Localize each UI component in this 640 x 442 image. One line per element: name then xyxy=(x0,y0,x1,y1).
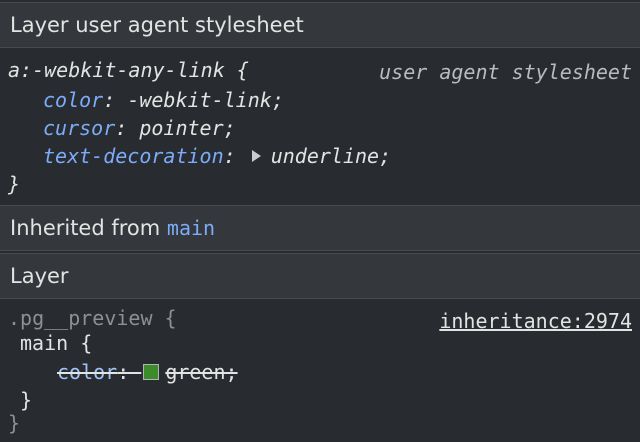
property-name: color xyxy=(57,360,118,384)
declaration-color[interactable]: color: -webkit-link; xyxy=(43,86,284,114)
property-value[interactable]: -webkit-link xyxy=(127,88,272,112)
property-value[interactable]: pointer xyxy=(139,116,223,140)
layer-ua-stylesheet-header: Layer user agent stylesheet xyxy=(0,2,640,48)
rule-close-brace: } xyxy=(8,172,21,196)
property-name: cursor xyxy=(43,116,116,140)
stylesheet-source-link[interactable]: inheritance:2974 xyxy=(439,307,632,335)
declaration-cursor[interactable]: cursor: pointer; xyxy=(43,114,236,142)
inherited-from-label: Inherited from xyxy=(10,216,167,240)
declaration-color-overridden[interactable]: color: green; xyxy=(57,358,238,386)
property-value[interactable]: underline xyxy=(271,144,379,168)
rule-selector-main[interactable]: main { xyxy=(20,329,92,357)
layer-ua-stylesheet-title: Layer user agent stylesheet xyxy=(10,13,304,37)
declaration-text-decoration[interactable]: text-decoration: underline; xyxy=(43,142,391,170)
inherited-from-header: Inherited from main xyxy=(0,205,640,251)
layer-title: Layer xyxy=(10,264,69,288)
property-name: color xyxy=(43,88,104,112)
layer-header: Layer xyxy=(0,253,640,299)
property-name: text-decoration xyxy=(43,144,224,168)
rule-selector-pg-preview[interactable]: .pg__preview { xyxy=(8,304,177,332)
rule-origin-ua: user agent stylesheet xyxy=(379,60,632,84)
property-value[interactable]: green xyxy=(165,360,225,384)
rule-close-brace-main: } xyxy=(20,388,33,412)
rule-close-brace-pg-preview: } xyxy=(8,411,21,435)
expand-triangle-icon[interactable] xyxy=(251,150,261,162)
inherited-element-link[interactable]: main xyxy=(167,216,215,240)
rule-selector-any-link[interactable]: a:-webkit-any-link { xyxy=(8,56,249,84)
color-swatch[interactable] xyxy=(143,364,160,380)
